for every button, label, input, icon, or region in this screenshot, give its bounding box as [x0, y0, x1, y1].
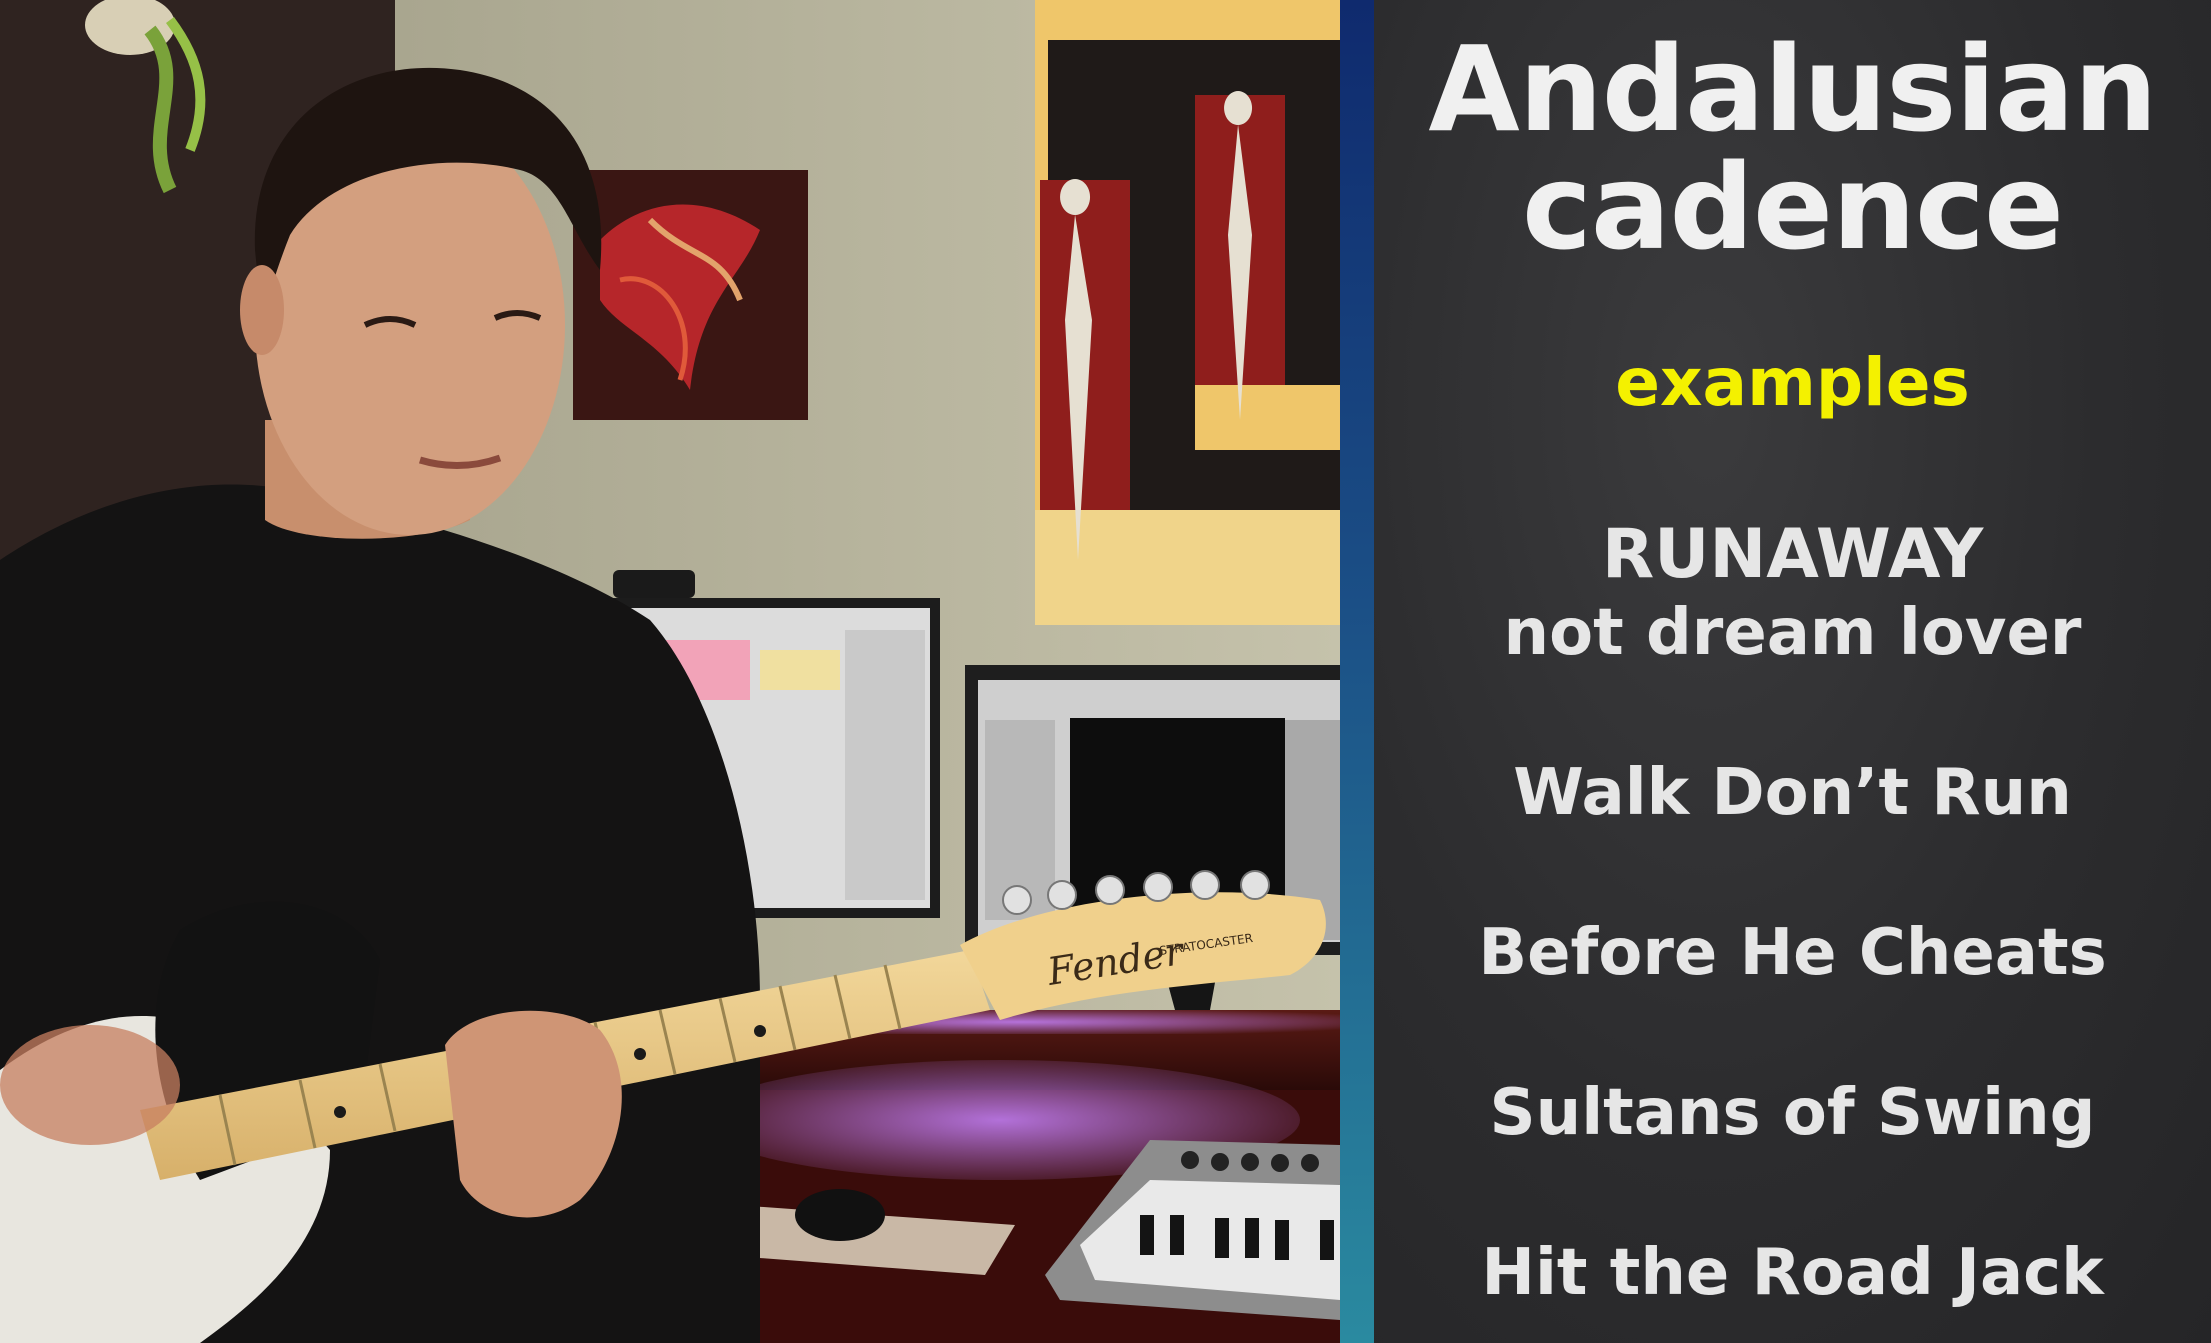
title-line-2: cadence [1521, 138, 2064, 276]
title-line-1: Andalusian [1428, 20, 2157, 158]
example-1-note: not dream lover [1503, 596, 2082, 670]
panel-subtitle: examples [1615, 344, 1970, 421]
panel-title: Andalusian cadence [1374, 30, 2211, 266]
figure-painting [1035, 0, 1340, 625]
example-3-title: Before He Cheats [1478, 916, 2107, 990]
video-scene: Fender STRATOCASTER [0, 0, 1340, 1343]
example-5-title: Hit the Road Jack [1481, 1236, 2104, 1310]
mouse-icon [795, 1189, 885, 1241]
strumming-hand [0, 1025, 180, 1145]
video-frame: Fender STRATOCASTER Andalusian cadence e… [0, 0, 2211, 1343]
example-1-title: RUNAWAY [1601, 515, 1984, 594]
scene-illustration: Fender STRATOCASTER [0, 0, 1340, 1343]
examples-panel: Andalusian cadence examples RUNAWAY not … [1374, 0, 2211, 1343]
example-2-title: Walk Don’t Run [1513, 756, 2072, 830]
red-abstract-painting [573, 170, 808, 420]
webcam-icon [613, 570, 695, 598]
panel-divider [1340, 0, 1374, 1343]
example-4-title: Sultans of Swing [1489, 1076, 2096, 1150]
